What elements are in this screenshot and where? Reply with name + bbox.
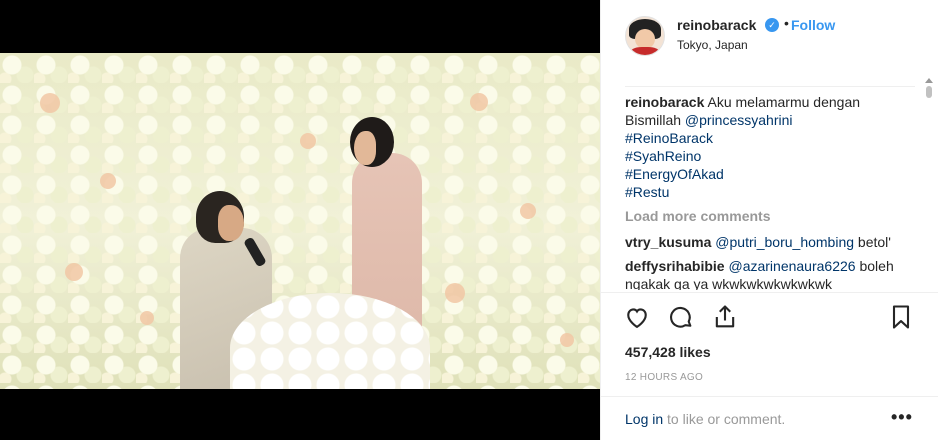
avatar[interactable] [625,16,665,56]
more-options-icon[interactable]: ••• [891,407,913,428]
comment-username[interactable]: deffysrihabibie [625,258,725,274]
comment: vtry_kusuma @putri_boru_hombing betol' [625,233,915,251]
comments-scrollbar[interactable] [925,78,933,292]
comment-mention[interactable]: @azarinenaura6226 [728,258,855,274]
login-link[interactable]: Log in [625,411,663,427]
post-actions [601,292,938,348]
bookmark-icon[interactable] [887,303,917,333]
caption-username[interactable]: reinobarack [625,94,704,110]
hashtag[interactable]: #ReinoBarack [625,130,713,146]
comment-username[interactable]: vtry_kusuma [625,234,711,250]
heart-icon[interactable] [623,303,653,333]
comment-text: betol' [857,234,891,250]
comments-list[interactable]: reinobarack Aku melamarmu dengan Bismill… [625,86,915,290]
login-prompt: Log in to like or comment. [625,411,785,427]
post-photo[interactable] [0,53,600,389]
author-username[interactable]: reinobarack [677,17,756,33]
comment-mention[interactable]: @putri_boru_hombing [715,234,854,250]
comment-bubble-icon[interactable] [667,303,697,333]
instagram-post: reinobarack ✓ • Follow Tokyo, Japan rein… [0,0,938,440]
hashtag[interactable]: #SyahReino [625,148,701,164]
scroll-up-arrow-icon[interactable] [925,78,933,83]
hashtag[interactable]: #Restu [625,184,669,200]
caption-mention[interactable]: @princessyahrini [685,112,793,128]
separator-dot: • [784,15,789,31]
post-media[interactable] [0,0,600,440]
post-sidebar: reinobarack ✓ • Follow Tokyo, Japan rein… [600,0,938,440]
follow-button[interactable]: Follow [791,17,835,33]
share-icon[interactable] [711,303,741,333]
comment: deffysrihabibie @azarinenaura6226 boleh … [625,257,915,290]
location-link[interactable]: Tokyo, Japan [677,38,748,52]
load-more-comments-button[interactable]: Load more comments [625,207,915,225]
post-timestamp[interactable]: 12 HOURS AGO [625,372,703,383]
post-header: reinobarack ✓ • Follow Tokyo, Japan [601,0,938,74]
verified-badge-icon: ✓ [765,18,779,32]
caption: reinobarack Aku melamarmu dengan Bismill… [625,87,915,201]
hashtag[interactable]: #EnergyOfAkad [625,166,724,182]
login-prompt-text: to like or comment. [663,411,786,427]
likes-count[interactable]: 457,428 likes [625,344,711,360]
scroll-thumb[interactable] [926,86,932,98]
post-footer: Log in to like or comment. ••• [601,396,938,440]
